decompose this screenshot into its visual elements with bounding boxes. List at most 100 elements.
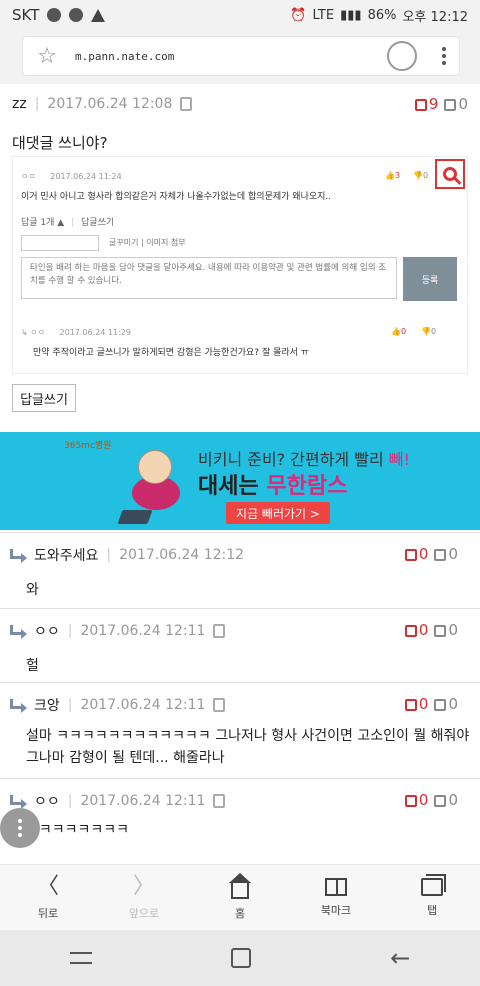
nav-back-label: 뒤로 bbox=[37, 906, 59, 920]
embed-comment1-up: 👍3 bbox=[385, 171, 401, 180]
embed-comment2-up: 👍0 bbox=[391, 327, 407, 336]
upvote-button[interactable]: 0 bbox=[404, 621, 429, 639]
nav-tabs[interactable]: 탭 bbox=[384, 865, 480, 930]
thumb-up-icon bbox=[404, 624, 417, 637]
search-button[interactable] bbox=[435, 159, 465, 189]
upvote-count: 0 bbox=[418, 545, 429, 563]
ad-banner[interactable]: 365mc병원 비키니 준비? 간편하게 빨리 빼! 대세는 무한람스 지금 빼… bbox=[0, 432, 480, 530]
embed-comment2-text: 만약 주작이라고 글쓰니가 말하게되면 감형은 가능한건가요? 잘 몰라서 ㅠ bbox=[33, 348, 310, 358]
comment-votes: 0 0 bbox=[404, 545, 458, 563]
nav-tabs-label: 탭 bbox=[426, 903, 438, 917]
downvote-button[interactable]: 0 bbox=[434, 621, 458, 639]
home-icon bbox=[229, 872, 251, 899]
messenger-icon bbox=[69, 8, 84, 22]
thumb-up-icon bbox=[404, 698, 417, 711]
embed-comment2-date: 2017.06.24 11:29 bbox=[59, 328, 131, 337]
thumb-up-icon bbox=[404, 794, 417, 807]
downvote-button[interactable]: 0 bbox=[434, 695, 458, 713]
nav-home[interactable]: 홈 bbox=[192, 865, 288, 930]
upvote-button[interactable]: 0 bbox=[404, 545, 429, 563]
nav-back[interactable]: 〈 뒤로 bbox=[0, 865, 96, 930]
embed-write-reply: 답글쓰기 bbox=[81, 218, 115, 228]
reply-arrow-icon bbox=[10, 699, 27, 713]
embed-submit-button: 등록 bbox=[403, 257, 457, 301]
url-text[interactable]: m.pann.nate.com bbox=[71, 50, 387, 63]
ad-cta-button[interactable]: 지금 빼러가기 > bbox=[226, 502, 330, 524]
comment-date: 2017.06.24 12:11 bbox=[80, 697, 206, 713]
thumb-up-icon bbox=[404, 548, 417, 561]
comment-author[interactable]: 크앙 bbox=[34, 695, 60, 715]
downvote-button[interactable]: 0 bbox=[434, 791, 458, 809]
comment-header: 크앙 | 2017.06.24 12:11 0 0 bbox=[10, 695, 470, 715]
comment-text: 설마 ㅋㅋㅋㅋㅋㅋㅋㅋㅋㅋㅋㅋ 그나저나 형사 사건이면 고소인이 뭘 해줘야 … bbox=[26, 728, 470, 767]
comment-item: ㅇㅇ | 2017.06.24 12:11 0 0 헐 bbox=[0, 608, 480, 682]
embed-comment1-down: 👎0 bbox=[413, 171, 429, 180]
star-icon[interactable]: ☆ bbox=[23, 44, 71, 69]
nav-forward[interactable]: 〉 앞으로 bbox=[96, 865, 192, 930]
ad-headline: 비키니 준비? 간편하게 빨리 빼! bbox=[198, 446, 410, 470]
divider: | bbox=[67, 793, 73, 809]
comment-item: 크앙 | 2017.06.24 12:11 0 0 설마 ㅋㅋㅋㅋㅋㅋㅋㅋㅋㅋㅋ… bbox=[0, 682, 480, 778]
system-back-icon[interactable]: ← bbox=[390, 944, 410, 972]
post-header: zz | 2017.06.24 12:08 9 0 bbox=[0, 84, 480, 124]
lock-icon bbox=[213, 624, 226, 638]
ad-headline-text: 비키니 준비? 간편하게 빨리 bbox=[198, 450, 389, 469]
lock-icon bbox=[213, 794, 226, 808]
recents-icon[interactable] bbox=[69, 952, 92, 964]
thumb-down-icon bbox=[434, 548, 447, 561]
embedded-screenshot: ㅇㅇ 2017.06.24 11:24 👍3 👎0 이거 민사 아니고 형사라 … bbox=[12, 156, 468, 374]
downvote-button[interactable]: 0 bbox=[444, 95, 468, 113]
upvote-button[interactable]: 9 bbox=[414, 95, 438, 113]
nav-bookmarks-label: 북마크 bbox=[320, 903, 352, 917]
page-content: zz | 2017.06.24 12:08 9 0 대댓글 쓰니야? ㅇㅇ 20… bbox=[0, 84, 480, 864]
embed-comment1-date: 2017.06.24 11:24 bbox=[50, 172, 122, 181]
comment-header: ㅇㅇ | 2017.06.24 12:11 0 0 bbox=[10, 621, 470, 641]
upvote-button[interactable]: 0 bbox=[404, 695, 429, 713]
upvote-count: 0 bbox=[418, 791, 429, 809]
comment-item: 도와주세요 | 2017.06.24 12:12 0 0 와 bbox=[0, 532, 480, 608]
lock-icon bbox=[180, 97, 193, 111]
search-icon bbox=[443, 167, 457, 181]
nav-home-label: 홈 bbox=[234, 906, 246, 920]
embed-comment1-down-count: 0 bbox=[422, 171, 429, 180]
comment-date: 2017.06.24 12:12 bbox=[119, 547, 245, 563]
embed-tools: 글꾸미기 | 이미지 첨부 bbox=[109, 238, 186, 247]
bookmark-icon bbox=[325, 877, 347, 896]
post-text: 대댓글 쓰니야? bbox=[12, 134, 108, 152]
downvote-button[interactable]: 0 bbox=[434, 545, 458, 563]
system-home-icon[interactable] bbox=[230, 948, 251, 968]
comment-author[interactable]: ㅇㅇ bbox=[34, 791, 60, 811]
browser-bottom-nav: 〈 뒤로 〉 앞으로 홈 북마크 탭 bbox=[0, 864, 480, 930]
embed-emoticon-label: 글꾸미기 bbox=[109, 238, 139, 247]
embed-comment2-down: 👎0 bbox=[421, 327, 437, 336]
embed-comment1-author: ㅇㅇ bbox=[21, 172, 36, 181]
upvote-button[interactable]: 0 bbox=[404, 791, 429, 809]
embed-attach-label: 이미지 첨부 bbox=[146, 238, 186, 247]
carrier-label: SKT bbox=[12, 6, 40, 24]
upvote-count: 0 bbox=[418, 695, 429, 713]
comment-date: 2017.06.24 12:11 bbox=[80, 793, 206, 809]
ad-headline-accent: 빼! bbox=[388, 450, 410, 469]
post-author[interactable]: zz bbox=[12, 96, 27, 112]
thumb-up-icon bbox=[414, 98, 427, 111]
comment-text: 와 bbox=[26, 582, 39, 598]
floating-menu-button[interactable] bbox=[0, 808, 40, 848]
comment-author[interactable]: ㅇㅇ bbox=[34, 621, 60, 641]
comment-text: 헐 bbox=[26, 658, 39, 674]
system-nav-bar: ← bbox=[0, 930, 480, 986]
comment-votes: 0 0 bbox=[404, 621, 458, 639]
reload-icon[interactable] bbox=[387, 41, 417, 71]
divider: | bbox=[67, 697, 73, 713]
comment-votes: 0 0 bbox=[404, 695, 458, 713]
write-reply-button[interactable]: 답글쓰기 bbox=[12, 384, 76, 412]
nav-bookmarks[interactable]: 북마크 bbox=[288, 865, 384, 930]
comment-author[interactable]: 도와주세요 bbox=[34, 545, 98, 565]
comment-votes: 0 0 bbox=[404, 791, 458, 809]
upvote-count: 0 bbox=[418, 621, 429, 639]
more-menu-icon[interactable] bbox=[435, 47, 453, 65]
ad-title-accent: 무한람스 bbox=[266, 474, 348, 499]
address-bar[interactable]: ☆ m.pann.nate.com bbox=[22, 36, 460, 76]
embed-comment1-up-count: 3 bbox=[394, 171, 401, 180]
downvote-count: 0 bbox=[458, 95, 468, 113]
time-label: 오후 12:12 bbox=[402, 9, 468, 25]
